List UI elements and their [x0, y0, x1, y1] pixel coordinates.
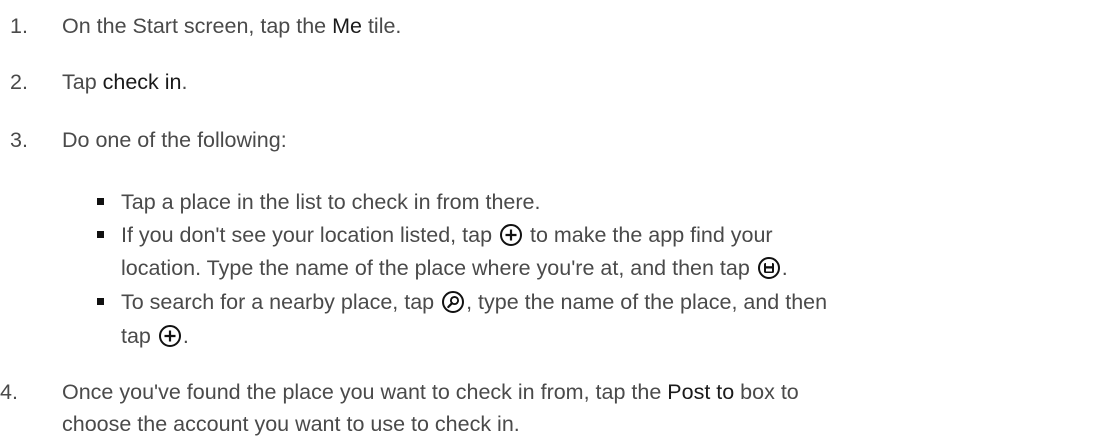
text-post: box to [734, 380, 799, 404]
bullet-text: Tap a place in the list to check in from… [121, 190, 541, 214]
bullet-marker [97, 298, 104, 305]
step-text-line-1: Once you've found the place you want to … [62, 376, 799, 408]
step-text-post: tile. [361, 14, 402, 38]
step-number: 4. [0, 380, 18, 404]
plus-circle-icon [158, 325, 181, 347]
step-text: Tap check in. [62, 66, 188, 98]
step-text-pre: On the Start screen, tap the [62, 14, 333, 38]
plus-circle-icon [500, 224, 522, 246]
text-post: , type the name of the place, and then [466, 290, 828, 314]
step-number: 2. [10, 70, 28, 94]
step-number: 1. [10, 14, 28, 38]
bullet-text-line-1: To search for a nearby place, tap , type… [121, 286, 827, 318]
bullet-text-line-1: If you don't see your location listed, t… [121, 219, 773, 251]
step-text-pre: Tap [62, 70, 103, 94]
bullet-item-3-continuation: tap . [121, 320, 189, 352]
save-circle-icon [757, 257, 780, 279]
text-pre: location. Type the name of the place whe… [121, 256, 756, 280]
ui-term-check-in: check in [102, 70, 182, 94]
bullet-marker [97, 198, 104, 205]
text-pre: To search for a nearby place, tap [121, 290, 441, 314]
step-4-continuation: choose the account you want to use to ch… [62, 408, 520, 440]
step-text: On the Start screen, tap the Me tile. [62, 10, 401, 42]
step-text: Do one of the following: [62, 128, 287, 152]
search-circle-icon [442, 291, 465, 313]
text-pre: Once you've found the place you want to … [62, 380, 668, 404]
step-number: 3. [10, 128, 28, 152]
step-text-post: . [181, 70, 188, 94]
text-post: . [781, 256, 788, 280]
ui-term-post-to: Post to [667, 380, 735, 404]
text-pre: If you don't see your location listed, t… [121, 223, 498, 247]
bullet-marker [97, 231, 104, 238]
step-text-line-2: choose the account you want to use to ch… [62, 412, 520, 436]
ui-term-me: Me [332, 14, 362, 38]
bullet-item-2-continuation: location. Type the name of the place whe… [121, 252, 788, 284]
text-post: . [182, 324, 189, 348]
text-post: to make the app find your [524, 223, 773, 247]
text-pre: tap [121, 324, 157, 348]
